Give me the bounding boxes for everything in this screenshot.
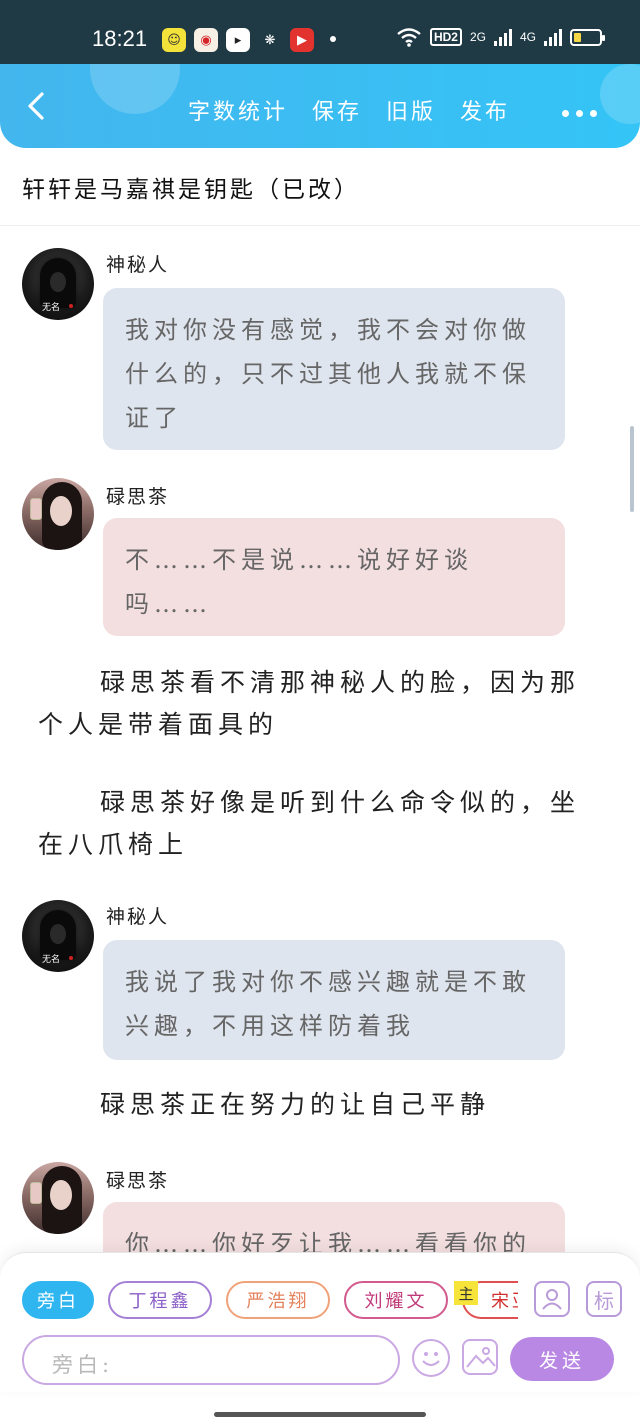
signal-label-1: 2G xyxy=(469,30,486,44)
publish-button[interactable]: 发布 xyxy=(460,94,510,126)
dialogue-bubble[interactable]: 我对你没有感觉，我不会对你做什么的，只不过其他人我就不保证了 xyxy=(103,288,565,450)
main-role-badge: 主 xyxy=(454,1281,478,1305)
status-right: HD2 2G 4G xyxy=(396,27,605,47)
speaker-name: 碌思茶 xyxy=(106,1170,170,1192)
avatar-lu[interactable] xyxy=(22,1162,94,1234)
avatar-tag: 无名 xyxy=(42,955,61,965)
narration-text[interactable]: 碌思茶正在努力的让自己平静 xyxy=(38,1084,598,1126)
status-app-icons: ☺ ◉ ▸ ❋ ▶ xyxy=(162,28,314,52)
save-button[interactable]: 保存 xyxy=(312,94,362,126)
status-bar: 18:21 ☺ ◉ ▸ ❋ ▶ HD2 2G 4G xyxy=(0,0,640,64)
image-icon xyxy=(466,1347,496,1368)
role-chip-yan[interactable]: 严浩翔 xyxy=(226,1281,330,1319)
story-title: 轩轩是马嘉祺是钥匙（已改） xyxy=(22,177,360,203)
back-button[interactable] xyxy=(18,88,54,124)
role-chip-liu[interactable]: 刘耀文 xyxy=(344,1281,448,1319)
wifi-icon xyxy=(397,28,421,47)
header-actions: 字数统计 保存 旧版 发布 xyxy=(188,94,510,126)
dialogue-bubble[interactable]: 我说了我对你不感兴趣就是不敢兴趣，不用这样防着我 xyxy=(103,940,565,1060)
avatar-tag: 无名 xyxy=(42,303,61,313)
signal-label-2: 4G xyxy=(519,30,536,44)
speaker-name: 神秘人 xyxy=(106,254,170,276)
scrollbar-thumb[interactable] xyxy=(630,426,634,512)
narration-text[interactable]: 碌思茶好像是听到什么命令似的，坐在八爪椅上 xyxy=(38,782,598,866)
dialogue-bubble[interactable]: 不……不是说……说好好谈吗…… xyxy=(103,518,565,636)
status-time: 18:21 xyxy=(92,26,148,51)
role-chip-ding[interactable]: 丁程鑫 xyxy=(108,1281,212,1319)
battery-icon xyxy=(570,28,605,46)
tag-label: 标 xyxy=(594,1288,614,1313)
story-content: 无名 神秘人 我对你没有感觉，我不会对你做什么的，只不过其他人我就不保证了 碌思… xyxy=(0,226,640,1252)
tag-button[interactable]: 标 xyxy=(586,1281,622,1317)
home-indicator[interactable] xyxy=(214,1412,426,1417)
narration-text[interactable]: 碌思茶看不清那神秘人的脸，因为那个人是带着面具的 xyxy=(38,662,598,746)
avatar-mysterious[interactable]: 无名 xyxy=(22,900,94,972)
video-app-icon: ▶ xyxy=(290,28,314,52)
hd-badge: HD2 xyxy=(429,28,462,46)
play-app-icon: ▸ xyxy=(226,28,250,52)
more-icon xyxy=(562,110,569,117)
decor-bubble xyxy=(90,64,180,114)
word-count-button[interactable]: 字数统计 xyxy=(188,94,288,126)
avatar-mysterious[interactable]: 无名 xyxy=(22,248,94,320)
signal-icon-2 xyxy=(544,28,562,46)
weibo-icon: ◉ xyxy=(194,28,218,52)
more-button[interactable] xyxy=(562,110,597,117)
dialogue-input[interactable]: 旁白: xyxy=(22,1335,400,1385)
send-button[interactable]: 发送 xyxy=(510,1337,614,1381)
person-icon xyxy=(542,1289,562,1310)
back-icon xyxy=(28,92,44,120)
dialogue-bubble[interactable]: 你……你好歹让我……看看你的 xyxy=(103,1202,565,1252)
baby-app-icon: ☺ xyxy=(162,28,186,52)
role-chip-narrator[interactable]: 旁白 xyxy=(22,1281,94,1319)
decor-bubble xyxy=(600,64,640,124)
emoji-button[interactable] xyxy=(412,1339,450,1377)
speaker-name: 碌思茶 xyxy=(106,486,170,508)
emoji-icon xyxy=(422,1352,440,1366)
editor-header: 字数统计 保存 旧版 发布 xyxy=(0,64,640,148)
image-button[interactable] xyxy=(462,1339,498,1375)
signal-icon xyxy=(493,28,512,46)
avatar-lu[interactable] xyxy=(22,478,94,550)
speaker-name: 神秘人 xyxy=(106,906,170,928)
role-manager-button[interactable] xyxy=(534,1281,570,1317)
notification-dot xyxy=(330,36,336,42)
wechat-icon: ❋ xyxy=(264,32,276,48)
role-selector: 旁白 丁程鑫 严浩翔 刘耀文 宋亚 xyxy=(22,1281,518,1321)
input-panel: 旁白 丁程鑫 严浩翔 刘耀文 宋亚 主 标 旁白: 发送 xyxy=(0,1252,640,1392)
story-title-row[interactable]: 轩轩是马嘉祺是钥匙（已改） xyxy=(0,150,640,226)
old-version-button[interactable]: 旧版 xyxy=(386,94,436,126)
